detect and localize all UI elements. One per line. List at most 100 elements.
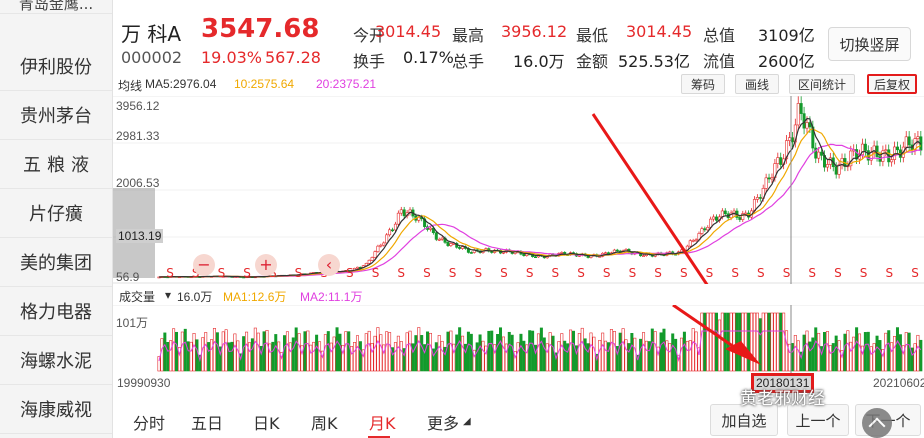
candle-body [776,157,780,164]
candle-body [355,266,359,269]
candle-body [715,216,719,221]
volume-bar [379,334,383,372]
volume-bar [557,341,561,372]
candle-body [449,243,453,246]
watermark-text: 黄老邪财经 [740,389,825,409]
volume-label[interactable]: 成交量 [119,288,155,305]
volume-bar [577,333,581,372]
volume-bar [563,340,567,372]
volume-bar [195,339,199,372]
volume-bar [895,327,899,372]
ma-indicator-row: 均线 MA5:2976.04 10:2575.64 20:2375.21 筹码 … [113,73,924,95]
draw-line-button[interactable]: 画线 [735,74,779,94]
volume-bar [785,330,789,372]
sidebar-item-partial[interactable]: 青岛金鹰... [0,0,112,14]
volume-bar [621,328,625,372]
tab-intraday[interactable]: 分时 [133,410,165,434]
volume-bar [172,328,176,372]
sidebar-item-gree[interactable]: 格力电器 [0,287,112,336]
volume-bar [522,340,526,372]
date-start: 19990930 [117,376,171,390]
sidebar-item-hikvision[interactable]: 海康威视 [0,385,112,434]
s-marker: S [423,266,431,280]
volume-bar [499,327,503,372]
volume-bar [758,318,762,372]
volume-bar [770,312,774,372]
volume-bar [536,333,540,372]
volume-bar [805,330,809,372]
volume-bar [434,342,438,372]
tab-more[interactable]: 更多 [427,410,459,434]
candle-body [907,136,911,146]
zoom-in-glyph: + [259,255,272,274]
volume-bar [761,312,765,372]
volume-bar [169,340,173,372]
volume-bar [837,340,841,372]
volume-bar [612,331,616,372]
volume-bar [790,343,794,372]
sidebar-item-wuliangye[interactable]: 五粮液 [0,140,112,189]
sidebar-item-midea[interactable]: 美的集团 [0,238,112,287]
volume-bar [487,330,491,372]
volume-bar [274,334,278,372]
tab-daily-k[interactable]: 日K [253,410,280,434]
volume-bar [253,327,257,372]
volume-bar [849,341,853,372]
volume-bar [318,341,322,372]
volume-chart[interactable] [113,305,924,373]
scroll-top-icon[interactable] [862,408,892,438]
candle-body [875,145,879,157]
volume-bar [426,331,430,372]
volume-bar [583,338,587,372]
s-marker: S [680,266,688,280]
sidebar-item-pianzaihuang[interactable]: 片仔癀 [0,189,112,238]
volume-bar [189,341,193,372]
candle-body [712,216,716,220]
chips-button[interactable]: 筹码 [681,74,725,94]
s-marker: S [295,266,303,280]
volume-bar [639,338,643,372]
volume-bar [709,312,713,372]
volume-bar [735,312,739,372]
switch-portrait-button[interactable]: 切换竖屏 [828,27,911,61]
volume-bar [344,331,348,372]
volume-bar [919,339,923,372]
candle-body [388,229,392,236]
volume-bar [741,312,745,372]
range-stats-button[interactable]: 区间统计 [789,74,855,94]
ma20-value: 20:2375.21 [316,77,377,91]
sidebar-item-moutai[interactable]: 贵州茅台 [0,91,112,140]
volume-bar [224,329,228,372]
sidebar-item-yili[interactable]: 伊利股份 [0,42,112,91]
volume-dropdown-icon[interactable]: ▾ [165,288,171,302]
volume-bar [668,343,672,372]
tab-weekly-k[interactable]: 周K [311,410,338,434]
volume-bar [633,337,637,372]
volume-bar [370,343,374,372]
candle-body [723,210,727,215]
back-adjust-button[interactable]: 后复权 [867,74,917,94]
low-label: 最低 [576,26,609,45]
s-marker: S [834,266,842,280]
volume-bar [814,327,818,372]
candle-body [391,229,395,232]
ytick-crosshair: 1013.19 [116,229,164,243]
volume-bar [796,340,800,372]
s-marker: S [706,266,714,280]
tab-five-day[interactable]: 五日 [191,410,223,434]
candle-body [884,149,888,152]
volume-bar [297,333,301,372]
volume-bar [618,332,622,372]
volume-value: 16.0万 [513,52,565,71]
kline-chart[interactable]: SSSSSSSSSSSSSSSSSSSSSSSSSSSSSS − + ‹ [113,96,924,284]
volume-bar [166,341,170,372]
volume-bar [863,332,867,372]
volume-bar [907,332,911,372]
candle-body [501,251,505,254]
volume-bar [358,341,362,372]
volume-bar [776,312,780,372]
tab-monthly-k[interactable]: 月K [369,410,396,434]
sidebar-item-conch[interactable]: 海螺水泥 [0,336,112,385]
candle-body [469,252,473,254]
volume-bar [204,332,208,372]
